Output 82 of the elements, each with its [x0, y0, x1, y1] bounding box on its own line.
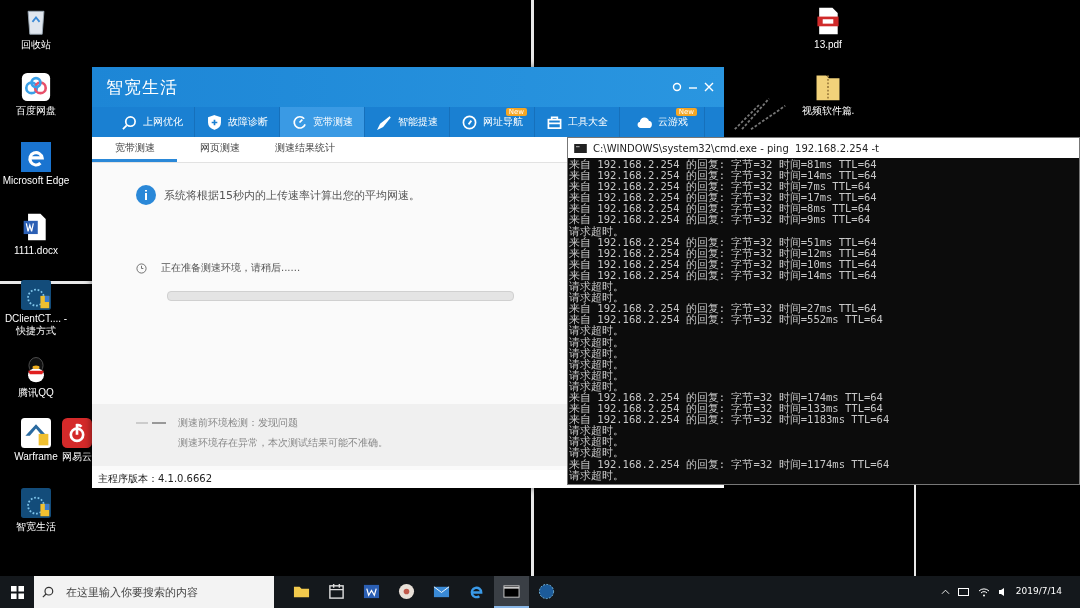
desktop-icon-label[interactable]: DClientCT.... - 快捷方式 [0, 313, 72, 337]
console-icon [503, 582, 520, 600]
console-line: 请求超时。 [569, 436, 625, 448]
word-app-icon [363, 582, 380, 600]
app-shortcut-icon [21, 488, 51, 518]
globe-app-icon [538, 582, 555, 600]
info-icon [136, 185, 156, 205]
desktop-icon-label[interactable]: 回收站 [21, 39, 51, 51]
desktop-icon-label[interactable]: 百度网盘 [16, 105, 56, 117]
sub-tab[interactable]: 网页测速 [177, 137, 262, 162]
console-line: 来自 192.168.2.254 的回复: 字节=32 时间=7ms TTL=64 [569, 181, 872, 193]
console-line: 来自 192.168.2.254 的回复: 字节=32 时间=51ms TTL=64 [569, 236, 878, 248]
console-line: 请求超时。 [569, 325, 625, 337]
battery-icon[interactable] [957, 588, 970, 596]
console-line: 请求超时。 [569, 358, 625, 370]
wifi-icon[interactable] [977, 587, 990, 597]
search-icon [42, 586, 54, 598]
console-line: 来自 192.168.2.254 的回复: 字节=32 时间=1174ms TTL=64 [569, 458, 891, 470]
check-title: 测速前环境检测：发现问题 [178, 416, 299, 430]
console-line: 请求超时。 [569, 369, 625, 381]
console-line: 请求超时。 [569, 380, 625, 392]
app-shortcut-icon [21, 280, 51, 310]
date-text[interactable]: 2019/7/14 [1015, 586, 1062, 598]
console-line: 来自 192.168.2.254 的回复: 字节=32 时间=17ms TTL=64 [569, 192, 878, 204]
desktop-icon-label[interactable]: 智宽生活 [16, 521, 56, 533]
console-line: 来自 192.168.2.254 的回复: 字节=32 时间=174ms TTL=64 [569, 391, 884, 404]
windows-logo-icon [10, 585, 24, 599]
console-line: 请求超时。 [569, 225, 624, 237]
compass-icon [461, 114, 477, 130]
console-line: 请求超时。 [569, 281, 625, 293]
console-line: 请求超时。 [569, 347, 625, 359]
settings-icon[interactable] [672, 82, 682, 92]
close-icon[interactable] [704, 82, 714, 92]
console-line: 来自 192.168.2.254 的回复: 字节=32 时间=12ms TTL=64 [569, 247, 878, 259]
clock-icon [136, 262, 147, 274]
desktop-icon-label[interactable]: 13.pdf [814, 39, 842, 51]
shield-icon [206, 114, 222, 130]
console-line: 来自 192.168.2.254 的回复: 字节=32 时间=9ms TTL=64 [569, 214, 872, 226]
warframe-app-icon [21, 418, 51, 448]
desktop-icon-label[interactable]: 视频软件篇. [801, 105, 855, 117]
console-line: 请求超时。 [569, 336, 625, 348]
console-icon [574, 143, 587, 153]
console-line: 来自 192.168.2.254 的回复: 字节=32 时间=14ms TTL=64 [569, 170, 878, 182]
chevron-up-icon[interactable] [940, 589, 950, 595]
status-text: 正在准备测速环境，请稍后...... [161, 261, 301, 275]
console-line: 来自 192.168.2.254 的回复: 字节=32 时间=14ms TTL=64 [569, 269, 878, 282]
desktop-icon-label[interactable]: 1111.docx [14, 245, 58, 257]
sub-tab[interactable]: 测速结果统计 [262, 137, 347, 162]
gauge-icon [291, 114, 307, 130]
check-detail: 测速环境存在异常，本次测试结果可能不准确。 [178, 436, 388, 450]
console-line: 请求超时。 [569, 447, 625, 459]
music-app-icon [61, 418, 92, 448]
browser-e-icon [21, 142, 51, 172]
console-line: 请求超时。 [569, 469, 625, 481]
cloud-icon [636, 114, 652, 130]
console-line: 请求超时。 [569, 292, 625, 304]
console-line: 来自 192.168.2.254 的回复: 字节=32 时间=1183ms TTL=64 [569, 414, 891, 426]
desktop-icon-label[interactable]: Microsoft Edge [2, 175, 70, 187]
sub-tab[interactable]: 宽带测速 [92, 137, 177, 162]
search-field[interactable]: 在这里输入你要搜索的内容 [62, 576, 274, 608]
search-button[interactable] [34, 576, 62, 608]
toolbox-icon [546, 114, 562, 130]
desktop-icon-label[interactable]: Warframe [14, 451, 58, 463]
taskbar-app-button[interactable] [494, 576, 529, 608]
console-line: 来自 192.168.2.254 的回复: 字节=32 时间=27ms TTL=64 [569, 303, 878, 315]
round-app-icon [398, 582, 415, 600]
console-line: 来自 192.168.2.254 的回复: 字节=32 时间=81ms TTL=64 [569, 159, 878, 171]
window-title: C:\WINDOWS\system32\cmd.exe - ping 192.168.2.254 -t [593, 142, 879, 154]
cloud-app-icon [21, 72, 51, 102]
console-line: 来自 192.168.2.254 的回复: 字节=32 时间=10ms TTL=64 [569, 258, 878, 270]
desktop-icon-label[interactable]: 腾讯QQ [18, 387, 54, 399]
version-text: 主程序版本：4.1.0.6662 [98, 472, 213, 486]
calendar-icon [328, 582, 345, 600]
search-icon [121, 114, 137, 130]
console-line: 请求超时。 [569, 425, 625, 437]
info-text: 系统将根据15秒内的上传速率计算出您的平均网速。 [164, 187, 420, 203]
window-title: 智宽生活 [106, 75, 178, 99]
console-line: 来自 192.168.2.254 的回复: 字节=32 时间=552ms TTL=64 [569, 314, 884, 326]
console-line: 来自 192.168.2.254 的回复: 字节=32 时间=8ms TTL=64 [569, 203, 872, 215]
console-line: 来自 192.168.2.254 的回复: 字节=32 时间=133ms TTL=64 [569, 403, 884, 415]
desktop-icon-label[interactable]: 网易云 [61, 451, 92, 463]
dash-icon [136, 420, 166, 426]
